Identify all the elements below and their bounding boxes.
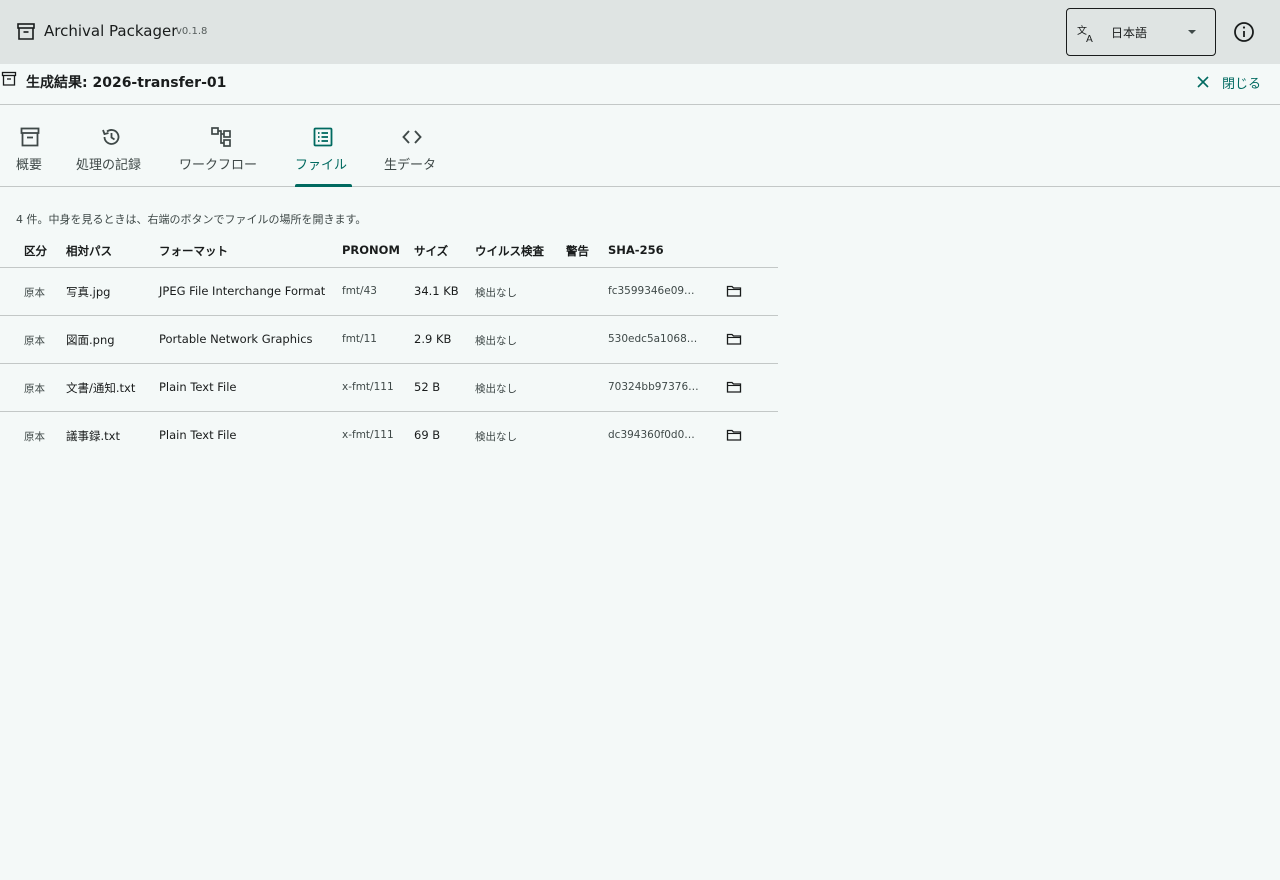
close-label: 閉じる [1222, 76, 1262, 92]
tab-label: ファイル [295, 158, 348, 173]
tab-workflow[interactable]: ワークフロー [179, 105, 265, 187]
cell-size: 2.9 KB [414, 332, 452, 346]
cell-type: 原本 [24, 431, 45, 443]
cell-type: 原本 [24, 383, 45, 395]
column-header: フォーマット [159, 244, 228, 258]
cell-sha256: fc3599346e09… [608, 285, 695, 297]
cell-virus: 検出なし [475, 383, 517, 395]
app-version: v0.1.8 [176, 26, 208, 37]
table-header: 区分 相対パス フォーマット PRONOM サイズ ウイルス検査 警告 SHA-… [0, 236, 778, 268]
folder-icon[interactable] [726, 284, 742, 298]
cell-sha256: 70324bb97376… [608, 381, 699, 393]
tab-overview[interactable]: 概要 [16, 105, 46, 187]
cell-format: Portable Network Graphics [159, 332, 313, 346]
history-icon [102, 129, 120, 145]
cell-size: 52 B [414, 380, 441, 394]
files-summary: 4 件。中身を見るときは、右端のボタンでファイルの場所を開きます。 [16, 213, 367, 226]
column-header: SHA-256 [608, 243, 664, 257]
table-row: 原本 図面.png Portable Network Graphics fmt/… [0, 316, 778, 364]
cell-size: 34.1 KB [414, 284, 459, 298]
cell-sha256: dc394360f0d0… [608, 429, 695, 441]
close-button[interactable]: 閉じる [1196, 71, 1261, 93]
tab-raw-data[interactable]: 生データ [384, 105, 442, 187]
cell-pronom: x-fmt/111 [342, 381, 394, 393]
cell-path: 写真.jpg [66, 285, 111, 299]
language-value: 日本語 [1111, 26, 1148, 40]
tab-files[interactable]: ファイル [295, 105, 352, 187]
translate-icon: 文 A [1077, 24, 1093, 43]
column-header: 相対パス [66, 244, 112, 258]
cell-type: 原本 [24, 335, 45, 347]
archive-icon [17, 23, 35, 40]
column-header: ウイルス検査 [475, 244, 544, 258]
result-header: 生成結果: 2026-transfer-01 閉じる [0, 64, 1280, 105]
cell-format: Plain Text File [159, 380, 237, 394]
language-select[interactable]: 文 A 日本語 [1066, 8, 1216, 56]
folder-icon[interactable] [726, 332, 742, 346]
tab-label: 処理の記録 [76, 158, 142, 173]
close-icon [1197, 76, 1209, 88]
column-header: PRONOM [342, 243, 400, 257]
cell-path: 議事録.txt [66, 429, 120, 443]
caret-down-icon [1188, 30, 1196, 34]
cell-size: 69 B [414, 428, 441, 442]
cell-type: 原本 [24, 287, 45, 299]
cell-pronom: x-fmt/111 [342, 429, 394, 441]
table-row: 原本 議事録.txt Plain Text File x-fmt/111 69 … [0, 412, 778, 460]
column-header: サイズ [414, 244, 449, 258]
info-icon[interactable] [1232, 20, 1256, 44]
folder-icon[interactable] [726, 380, 742, 394]
result-title: 生成結果: 2026-transfer-01 [26, 75, 227, 91]
active-tab-indicator [295, 184, 352, 187]
app-title: Archival Packager [44, 22, 178, 40]
archive-icon [1, 71, 17, 86]
cell-pronom: fmt/11 [342, 333, 377, 345]
svg-text:A: A [1086, 34, 1093, 43]
cell-format: Plain Text File [159, 428, 237, 442]
table-row: 原本 写真.jpg JPEG File Interchange Format f… [0, 268, 778, 316]
cell-virus: 検出なし [475, 287, 517, 299]
tab-label: ワークフロー [179, 158, 258, 173]
table-row: 原本 文書/通知.txt Plain Text File x-fmt/111 5… [0, 364, 778, 412]
cell-format: JPEG File Interchange Format [159, 284, 326, 298]
workflow-icon [211, 127, 231, 147]
folder-icon[interactable] [726, 428, 742, 442]
column-header: 警告 [566, 244, 589, 258]
app-bar: Archival Packager v0.1.8 文 A 日本語 [0, 0, 1280, 64]
tab-history[interactable]: 処理の記録 [76, 105, 148, 187]
tab-bar: 概要 処理の記録 ワークフロー ファイル 生データ [0, 105, 1280, 187]
cell-virus: 検出なし [475, 431, 517, 443]
cell-virus: 検出なし [475, 335, 517, 347]
cell-sha256: 530edc5a1068… [608, 333, 698, 345]
column-header: 区分 [24, 244, 47, 258]
archive-icon [20, 127, 40, 147]
cell-path: 図面.png [66, 333, 115, 347]
cell-path: 文書/通知.txt [66, 381, 136, 395]
code-icon [402, 130, 422, 144]
list-icon [313, 127, 333, 147]
tab-label: 概要 [16, 158, 43, 173]
tab-label: 生データ [384, 158, 437, 173]
files-table: 区分 相対パス フォーマット PRONOM サイズ ウイルス検査 警告 SHA-… [0, 236, 778, 460]
cell-pronom: fmt/43 [342, 285, 377, 297]
